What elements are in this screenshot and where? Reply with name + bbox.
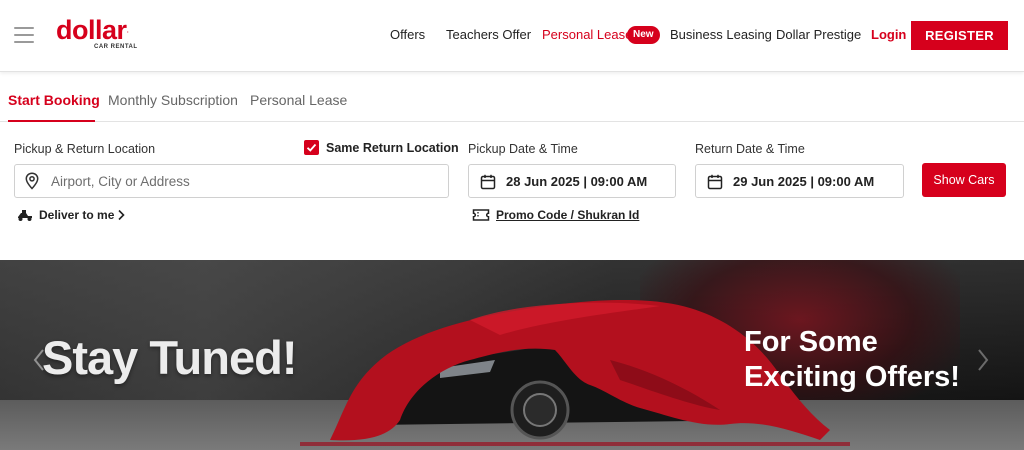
- promo-code-label: Promo Code / Shukran Id: [496, 208, 640, 222]
- login-link[interactable]: Login: [871, 27, 906, 42]
- new-badge: New: [627, 26, 660, 44]
- nav-teachers-offer[interactable]: Teachers Offer: [446, 27, 531, 42]
- location-input[interactable]: [14, 164, 449, 198]
- check-icon: [306, 143, 317, 152]
- register-button[interactable]: REGISTER: [911, 21, 1008, 50]
- tab-monthly-subscription[interactable]: Monthly Subscription: [108, 92, 238, 108]
- banner-line-2: Exciting Offers!: [744, 361, 960, 393]
- logo-tagline: CAR RENTAL: [94, 44, 138, 50]
- same-return-location-label: Same Return Location: [326, 141, 459, 155]
- chevron-right-icon: [118, 209, 125, 221]
- banner-next-arrow-icon[interactable]: [976, 348, 990, 372]
- banner-line-1: For Some: [744, 326, 878, 358]
- banner-prev-arrow-icon[interactable]: [32, 348, 46, 372]
- calendar-icon: [707, 174, 723, 190]
- return-datetime-field[interactable]: 29 Jun 2025 | 09:00 AM: [695, 164, 904, 198]
- dollar-logo[interactable]: dollar. CAR RENTAL: [56, 15, 137, 50]
- tab-personal-lease[interactable]: Personal Lease: [250, 92, 347, 108]
- delivery-scooter-icon: [18, 210, 32, 221]
- ticket-icon: [472, 209, 490, 221]
- nav-offers[interactable]: Offers: [390, 27, 425, 42]
- nav-personal-lease[interactable]: Personal Lease: [542, 27, 632, 42]
- return-datetime-value: 29 Jun 2025 | 09:00 AM: [733, 174, 875, 189]
- location-pin-icon: [25, 172, 39, 190]
- nav-dollar-prestige[interactable]: Dollar Prestige: [776, 27, 861, 42]
- pickup-datetime-field[interactable]: 28 Jun 2025 | 09:00 AM: [468, 164, 676, 198]
- return-datetime-label: Return Date & Time: [695, 142, 805, 156]
- active-tab-indicator: [8, 120, 95, 122]
- booking-tabs: Start Booking Monthly Subscription Perso…: [0, 82, 1024, 122]
- hamburger-menu-icon[interactable]: [14, 27, 34, 43]
- deliver-to-me-label: Deliver to me: [39, 208, 115, 222]
- tab-start-booking[interactable]: Start Booking: [8, 92, 100, 108]
- site-header: dollar. CAR RENTAL Offers Teachers Offer…: [0, 0, 1024, 72]
- same-return-location-checkbox[interactable]: [304, 140, 319, 155]
- pickup-return-location-label: Pickup & Return Location: [14, 142, 156, 156]
- pickup-datetime-label: Pickup Date & Time: [468, 142, 578, 156]
- pickup-datetime-value: 28 Jun 2025 | 09:00 AM: [506, 174, 648, 189]
- calendar-icon: [480, 174, 496, 190]
- location-field: [14, 164, 449, 198]
- promo-banner[interactable]: Stay Tuned! For Some Exciting Offers!: [0, 260, 1024, 450]
- nav-business-leasing[interactable]: Business Leasing: [670, 27, 772, 42]
- logo-wordmark: dollar: [56, 15, 127, 45]
- show-cars-button[interactable]: Show Cars: [922, 163, 1006, 197]
- banner-headline: Stay Tuned!: [42, 331, 297, 384]
